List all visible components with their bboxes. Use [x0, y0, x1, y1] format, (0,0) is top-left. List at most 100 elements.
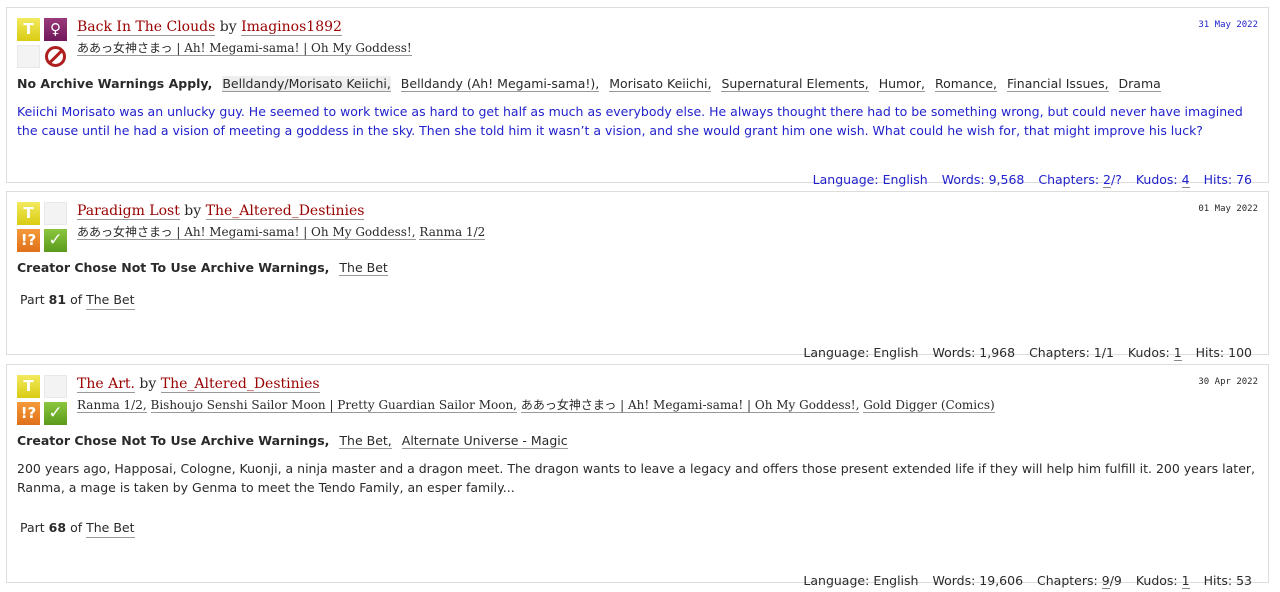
hits-label: Hits:	[1203, 572, 1233, 588]
warnings-choose-not-icon[interactable]: !?	[17, 402, 40, 425]
series-link[interactable]: The Bet	[86, 520, 135, 538]
work-header: Back In The Clouds by Imaginos1892 ああっ女神…	[77, 18, 1258, 56]
series-link[interactable]: The Bet	[86, 292, 135, 310]
hits-value: 100	[1228, 344, 1252, 360]
work-title-link[interactable]: Paradigm Lost	[77, 203, 180, 220]
complete-check-icon[interactable]: ✓	[44, 229, 67, 252]
fandom-link[interactable]: ああっ女神さまっ | Ah! Megami-sama! | Oh My Godd…	[77, 41, 412, 56]
character-tag[interactable]: Morisato Keiichi,	[609, 76, 712, 92]
series-part-number: 68	[48, 520, 67, 535]
relationship-tag[interactable]: Belldandy/Morisato Keiichi,	[222, 76, 391, 92]
work-summary: 200 years ago, Happosai, Cologne, Kuonji…	[17, 461, 1255, 495]
fandom-link[interactable]: Gold Digger (Comics)	[863, 398, 995, 413]
work-stats: Language: English Words: 1,968 Chapters: 1/…	[793, 344, 1252, 362]
warning-tag[interactable]: No Archive Warnings Apply,	[17, 76, 212, 91]
chapters-posted-link[interactable]: 2	[1103, 171, 1111, 188]
no-warnings-icon[interactable]	[44, 45, 67, 68]
chapters-label: Chapters:	[1038, 171, 1100, 187]
work-header: Paradigm Lost by The_Altered_Destinies あ…	[77, 202, 1258, 240]
freeform-tag[interactable]: Drama	[1118, 76, 1161, 92]
language-label: Language:	[812, 171, 879, 187]
chapters-posted-link[interactable]: 9	[1101, 572, 1110, 589]
kudos-link[interactable]: 1	[1181, 572, 1190, 589]
freeform-tag[interactable]: Humor,	[878, 76, 925, 92]
language-value: English	[873, 572, 919, 588]
chapters-label: Chapters:	[1037, 572, 1098, 588]
words-label: Words:	[932, 344, 976, 360]
hits-label: Hits:	[1203, 171, 1233, 187]
category-ff-icon[interactable]: ♀	[44, 18, 67, 41]
chapters-posted: 1	[1093, 344, 1102, 360]
series-part-label: Part	[20, 292, 45, 307]
category-none-icon[interactable]	[44, 375, 67, 398]
kudos-label: Kudos:	[1135, 171, 1178, 187]
chapters-total: /?	[1111, 171, 1122, 187]
freeform-tag[interactable]: Supernatural Elements,	[721, 76, 869, 92]
words-value: 1,968	[979, 344, 1016, 360]
rating-teen-icon[interactable]: T	[17, 202, 40, 225]
work-blurb: T ♀ Back In The Clouds by Imaginos1892 あ…	[6, 7, 1269, 188]
series-part-label: Part	[20, 520, 45, 535]
by-label: by	[184, 203, 202, 219]
work-title-link[interactable]: Back In The Clouds	[77, 19, 216, 36]
rating-teen-icon[interactable]: T	[17, 18, 40, 41]
words-label: Words:	[941, 171, 985, 187]
tag-list: Creator Chose Not To Use Archive Warning…	[17, 432, 1258, 450]
work-title-link[interactable]: The Art.	[77, 376, 135, 393]
freeform-tag[interactable]: The Bet,	[339, 433, 392, 449]
language-label: Language:	[803, 344, 870, 360]
work-blurb: T !? ✓ Paradigm Lost by The_Altered_Dest…	[6, 191, 1269, 361]
work-date: 01 May 2022	[1198, 204, 1258, 214]
work-summary: Keiichi Morisato was an unlucky guy. He …	[17, 104, 1243, 138]
hits-value: 76	[1236, 171, 1252, 187]
chapters-total: /1	[1101, 344, 1114, 360]
series-info: Part 81 of The Bet	[20, 292, 135, 310]
warning-tag[interactable]: Creator Chose Not To Use Archive Warning…	[17, 433, 329, 448]
complete-check-icon[interactable]: ✓	[44, 402, 67, 425]
warnings-choose-not-icon[interactable]: !?	[17, 229, 40, 252]
words-value: 19,606	[979, 572, 1024, 588]
freeform-tag[interactable]: The Bet	[339, 260, 388, 276]
required-tags: T !? ✓	[17, 202, 67, 252]
fandom-link[interactable]: Ranma 1/2	[419, 225, 486, 240]
chapters-value: 2/?	[1103, 171, 1122, 188]
character-tag[interactable]: Belldandy (Ah! Megami-sama!),	[400, 76, 600, 92]
kudos-link[interactable]: 1	[1173, 344, 1182, 361]
work-heading: The Art. by The_Altered_Destinies	[77, 375, 1258, 393]
series-of-label: of	[70, 520, 83, 535]
fandom-list: Ranma 1/2, Bishoujo Senshi Sailor Moon |…	[77, 397, 1258, 413]
work-stats: Language: English Words: 19,606 Chapters: 9…	[793, 572, 1252, 590]
author-link[interactable]: Imaginos1892	[241, 19, 342, 36]
work-date: 31 May 2022	[1198, 20, 1258, 30]
category-none-icon[interactable]	[44, 202, 67, 225]
kudos-value: 4	[1181, 171, 1190, 188]
rating-teen-icon[interactable]: T	[17, 375, 40, 398]
freeform-tag[interactable]: Alternate Universe - Magic	[401, 433, 568, 449]
fandom-link[interactable]: ああっ女神さまっ | Ah! Megami-sama! | Oh My Godd…	[520, 398, 860, 413]
tag-list: Creator Chose Not To Use Archive Warning…	[17, 259, 1258, 277]
tag-list: No Archive Warnings Apply, Belldandy/Mor…	[17, 75, 1258, 93]
words-label: Words:	[932, 572, 976, 588]
work-blurb: T !? ✓ The Art. by The_Altered_Destinies…	[6, 364, 1269, 589]
language-value: English	[873, 344, 919, 360]
author-link[interactable]: The_Altered_Destinies	[160, 376, 320, 393]
chapters-label: Chapters:	[1029, 344, 1090, 360]
kudos-value: 1	[1173, 344, 1182, 361]
work-date: 30 Apr 2022	[1198, 377, 1258, 387]
series-part-number: 81	[48, 292, 67, 307]
language-value: English	[882, 171, 928, 187]
hits-label: Hits:	[1195, 344, 1225, 360]
fandom-link[interactable]: Bishoujo Senshi Sailor Moon | Pretty Gua…	[150, 398, 517, 413]
chapters-value: 1/1	[1094, 345, 1114, 360]
freeform-tag[interactable]: Romance,	[934, 76, 998, 92]
author-link[interactable]: The_Altered_Destinies	[205, 203, 365, 220]
fandom-list: ああっ女神さまっ | Ah! Megami-sama! | Oh My Godd…	[77, 224, 1258, 240]
freeform-tag[interactable]: Financial Issues,	[1007, 76, 1109, 92]
fandom-link[interactable]: ああっ女神さまっ | Ah! Megami-sama! | Oh My Godd…	[77, 225, 416, 240]
fandom-link[interactable]: Ranma 1/2,	[77, 398, 147, 413]
kudos-label: Kudos:	[1135, 572, 1178, 588]
required-tags: T !? ✓	[17, 375, 67, 425]
chapters-value: 9/9	[1101, 572, 1122, 589]
warning-tag[interactable]: Creator Chose Not To Use Archive Warning…	[17, 260, 329, 275]
kudos-link[interactable]: 4	[1181, 171, 1190, 188]
